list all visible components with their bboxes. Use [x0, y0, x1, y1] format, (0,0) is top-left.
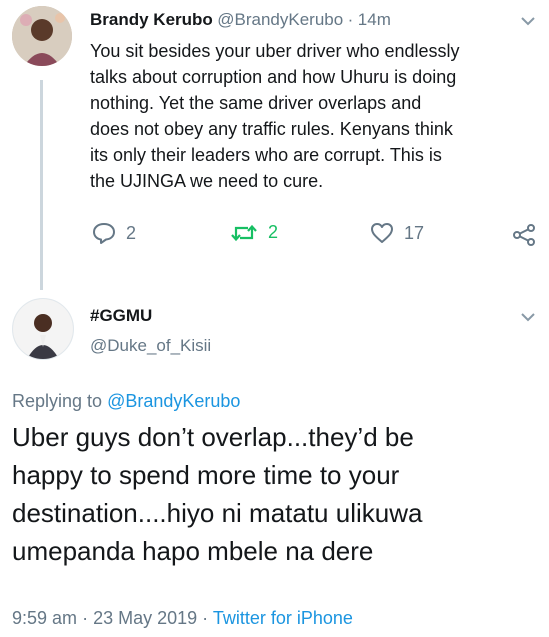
like-icon: [371, 223, 393, 243]
user-handle[interactable]: @BrandyKerubo: [217, 10, 343, 29]
tweet-meta: 9:59 am · 23 May 2019 · Twitter for iPho…: [12, 608, 353, 629]
replying-prefix: Replying to: [12, 391, 103, 411]
display-name[interactable]: Brandy Kerubo: [90, 10, 213, 29]
replying-handle-link[interactable]: @BrandyKerubo: [107, 391, 240, 411]
tweet1-line: the UJINGA we need to cure.: [90, 171, 324, 191]
like-count: 17: [404, 222, 425, 243]
avatar-brandy[interactable]: [12, 6, 72, 66]
tweet2-text: Uber guys don’t overlap...they’d be happ…: [12, 418, 542, 570]
reply-button[interactable]: 2: [92, 222, 136, 244]
tweet2-line: Uber guys don’t overlap...they’d be: [12, 422, 414, 452]
tweet1-text: You sit besides your uber driver who end…: [90, 38, 540, 194]
retweet-count: 2: [268, 222, 279, 242]
separator: ·: [347, 10, 354, 29]
share-button[interactable]: [512, 224, 536, 251]
tweet2-header: #GGMU @Duke_of_Kisii: [90, 306, 211, 356]
share-icon: [513, 224, 535, 246]
tweet1-line: nothing. Yet the same driver overlaps an…: [90, 93, 422, 113]
tweet1-line: its only their leaders who are corrupt. …: [90, 145, 442, 165]
tweet-date[interactable]: 23 May 2019: [93, 608, 197, 628]
chevron-down-icon[interactable]: [520, 310, 536, 328]
retweet-icon: [231, 224, 257, 241]
tweet-time[interactable]: 9:59 am: [12, 608, 77, 628]
timestamp[interactable]: 14m: [358, 10, 391, 29]
avatar-ggmu[interactable]: [12, 298, 74, 360]
tweet1-line: You sit besides your uber driver who end…: [90, 41, 460, 61]
replying-to: Replying to @BrandyKerubo: [12, 391, 240, 412]
tweet2-line: umepanda hapo mbele na dere: [12, 536, 374, 566]
tweet1-line: talks about corruption and how Uhuru is …: [90, 67, 457, 87]
avatar-image: [12, 6, 72, 66]
avatar-image: [13, 299, 73, 359]
user-handle[interactable]: @Duke_of_Kisii: [90, 336, 211, 356]
reply-icon: [93, 223, 115, 244]
display-name[interactable]: #GGMU: [90, 306, 211, 326]
reply-count: 2: [126, 222, 137, 243]
tweet2-line: happy to spend more time to your: [12, 460, 400, 490]
tweet2-line: destination....hiyo ni matatu ulikuwa: [12, 498, 423, 528]
separator: ·: [82, 608, 89, 628]
tweet1-header: Brandy Kerubo @BrandyKerubo · 14m: [90, 10, 391, 30]
tweet-source-link[interactable]: Twitter for iPhone: [213, 608, 353, 628]
thread-line: [40, 80, 43, 290]
separator: ·: [202, 608, 209, 628]
tweet1-line: does not obey any traffic rules. Kenyans…: [90, 119, 453, 139]
chevron-down-icon[interactable]: [520, 14, 536, 32]
like-button[interactable]: 17: [370, 222, 424, 244]
retweet-button[interactable]: 2: [230, 222, 278, 243]
